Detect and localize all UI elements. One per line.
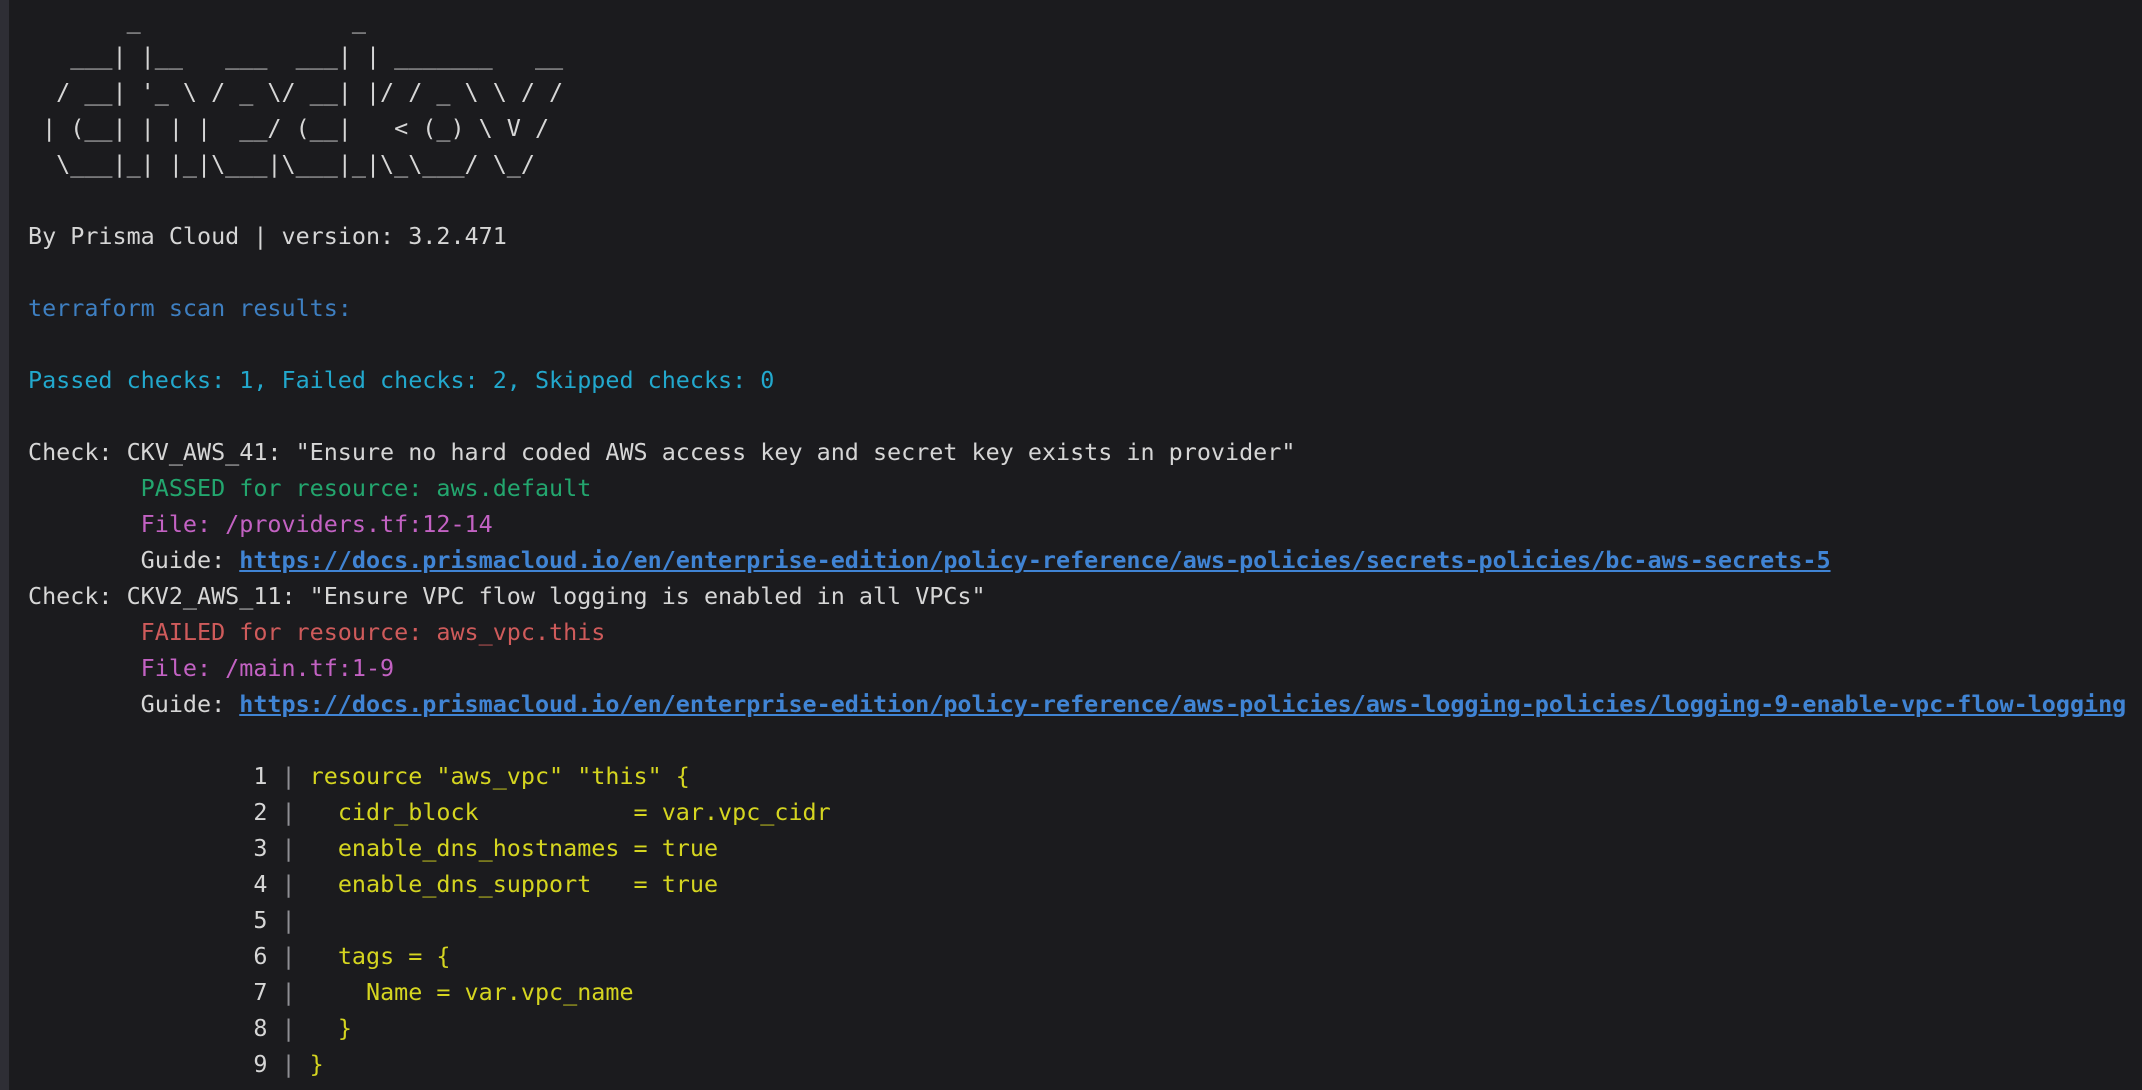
code-text: resource "aws_vpc" "this" { bbox=[310, 762, 690, 790]
guide-link[interactable]: https://docs.prismacloud.io/en/enterpris… bbox=[239, 690, 2126, 718]
code-line-number: 9 bbox=[253, 1050, 267, 1078]
code-pipe: | bbox=[267, 870, 309, 898]
code-pipe: | bbox=[267, 1014, 309, 1042]
check-file-path: File: /main.tf:1-9 bbox=[28, 650, 2142, 686]
blank-line bbox=[28, 326, 2142, 362]
guide-link[interactable]: https://docs.prismacloud.io/en/enterpris… bbox=[239, 546, 1830, 574]
code-line: 2 | cidr_block = var.vpc_cidr bbox=[28, 794, 2142, 830]
blank-line bbox=[28, 182, 2142, 218]
code-line: 3 | enable_dns_hostnames = true bbox=[28, 830, 2142, 866]
ascii-banner-line: ___| |__ ___ ___| | _______ __ bbox=[28, 38, 2142, 74]
check-header: Check: CKV2_AWS_11: "Ensure VPC flow log… bbox=[28, 578, 2142, 614]
code-line-number: 4 bbox=[253, 870, 267, 898]
code-text: } bbox=[310, 1050, 324, 1078]
code-line-number: 1 bbox=[253, 762, 267, 790]
code-line-number: 5 bbox=[253, 906, 267, 934]
code-line-number: 8 bbox=[253, 1014, 267, 1042]
check-status-passed: PASSED for resource: aws.default bbox=[28, 470, 2142, 506]
code-pipe: | bbox=[267, 834, 309, 862]
check-guide-line: Guide: https://docs.prismacloud.io/en/en… bbox=[28, 542, 2142, 578]
version-byline: By Prisma Cloud | version: 3.2.471 bbox=[28, 218, 2142, 254]
code-line: 1 | resource "aws_vpc" "this" { bbox=[28, 758, 2142, 794]
scan-type-header: terraform scan results: bbox=[28, 290, 2142, 326]
panel-edge-strip bbox=[0, 0, 9, 1090]
code-pipe: | bbox=[267, 942, 309, 970]
blank-line bbox=[28, 254, 2142, 290]
code-pipe: | bbox=[267, 1050, 309, 1078]
ascii-banner-line: _ _ bbox=[28, 2, 2142, 38]
check-status-failed: FAILED for resource: aws_vpc.this bbox=[28, 614, 2142, 650]
terminal-output: _ _ ___| |__ ___ ___| | _______ __ / __|… bbox=[28, 2, 2142, 1082]
check-guide-line: Guide: https://docs.prismacloud.io/en/en… bbox=[28, 686, 2142, 722]
check-header: Check: CKV_AWS_41: "Ensure no hard coded… bbox=[28, 434, 2142, 470]
code-pipe: | bbox=[267, 978, 309, 1006]
code-line-number: 3 bbox=[253, 834, 267, 862]
ascii-banner-line: \___|_| |_|\___|\___|_|\_\___/ \_/ bbox=[28, 146, 2142, 182]
code-line: 8 | } bbox=[28, 1010, 2142, 1046]
check-file-path: File: /providers.tf:12-14 bbox=[28, 506, 2142, 542]
code-line: 4 | enable_dns_support = true bbox=[28, 866, 2142, 902]
ascii-banner-line: | (__| | | | __/ (__| < (_) \ V / bbox=[28, 110, 2142, 146]
blank-line bbox=[28, 722, 2142, 758]
code-line: 7 | Name = var.vpc_name bbox=[28, 974, 2142, 1010]
code-text: enable_dns_support = true bbox=[310, 870, 718, 898]
scan-summary: Passed checks: 1, Failed checks: 2, Skip… bbox=[28, 362, 2142, 398]
code-text: } bbox=[310, 1014, 352, 1042]
code-line: 6 | tags = { bbox=[28, 938, 2142, 974]
code-text: enable_dns_hostnames = true bbox=[310, 834, 718, 862]
ascii-banner-line: / __| '_ \ / _ \/ __| |/ / _ \ \ / / bbox=[28, 74, 2142, 110]
code-line-number: 2 bbox=[253, 798, 267, 826]
code-pipe: | bbox=[267, 762, 309, 790]
code-line: 5 | bbox=[28, 902, 2142, 938]
code-text: tags = { bbox=[310, 942, 451, 970]
code-line: 9 | } bbox=[28, 1046, 2142, 1082]
code-line-number: 6 bbox=[253, 942, 267, 970]
code-text: Name = var.vpc_name bbox=[310, 978, 634, 1006]
guide-label: Guide: bbox=[141, 690, 240, 718]
code-pipe: | bbox=[267, 906, 309, 934]
code-text: cidr_block = var.vpc_cidr bbox=[310, 798, 831, 826]
code-pipe: | bbox=[267, 798, 309, 826]
guide-label: Guide: bbox=[141, 546, 240, 574]
terminal-window: _ _ ___| |__ ___ ___| | _______ __ / __|… bbox=[0, 0, 2142, 1090]
code-line-number: 7 bbox=[253, 978, 267, 1006]
blank-line bbox=[28, 398, 2142, 434]
